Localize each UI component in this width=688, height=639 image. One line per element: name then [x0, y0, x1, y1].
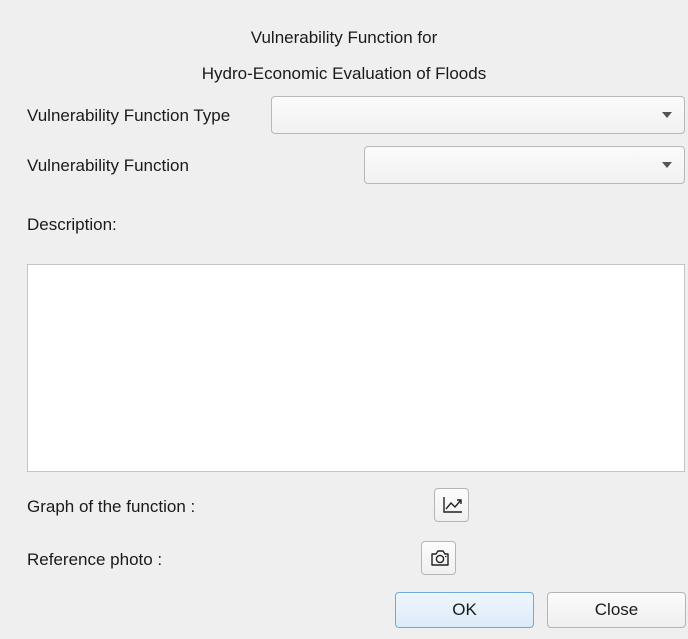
dialog-title-line-1: Vulnerability Function for [250, 28, 438, 47]
photo-button[interactable] [421, 541, 456, 575]
ok-button[interactable]: OK [395, 592, 534, 628]
photo-label: Reference photo : [27, 550, 163, 569]
camera-icon [431, 550, 449, 566]
function-dropdown[interactable] [364, 146, 685, 184]
function-type-label: Vulnerability Function Type [27, 106, 231, 125]
close-button[interactable]: Close [547, 592, 686, 628]
dialog-title-line-2: Hydro-Economic Evaluation of Floods [201, 64, 487, 83]
chevron-down-icon [662, 162, 672, 168]
line-chart-icon [443, 497, 462, 513]
graph-label: Graph of the function : [27, 497, 196, 516]
function-label: Vulnerability Function [27, 156, 189, 175]
description-label: Description: [27, 215, 117, 234]
graph-button[interactable] [434, 488, 469, 522]
chevron-down-icon [662, 112, 672, 118]
description-textarea[interactable] [27, 264, 685, 472]
function-type-dropdown[interactable] [271, 96, 685, 134]
